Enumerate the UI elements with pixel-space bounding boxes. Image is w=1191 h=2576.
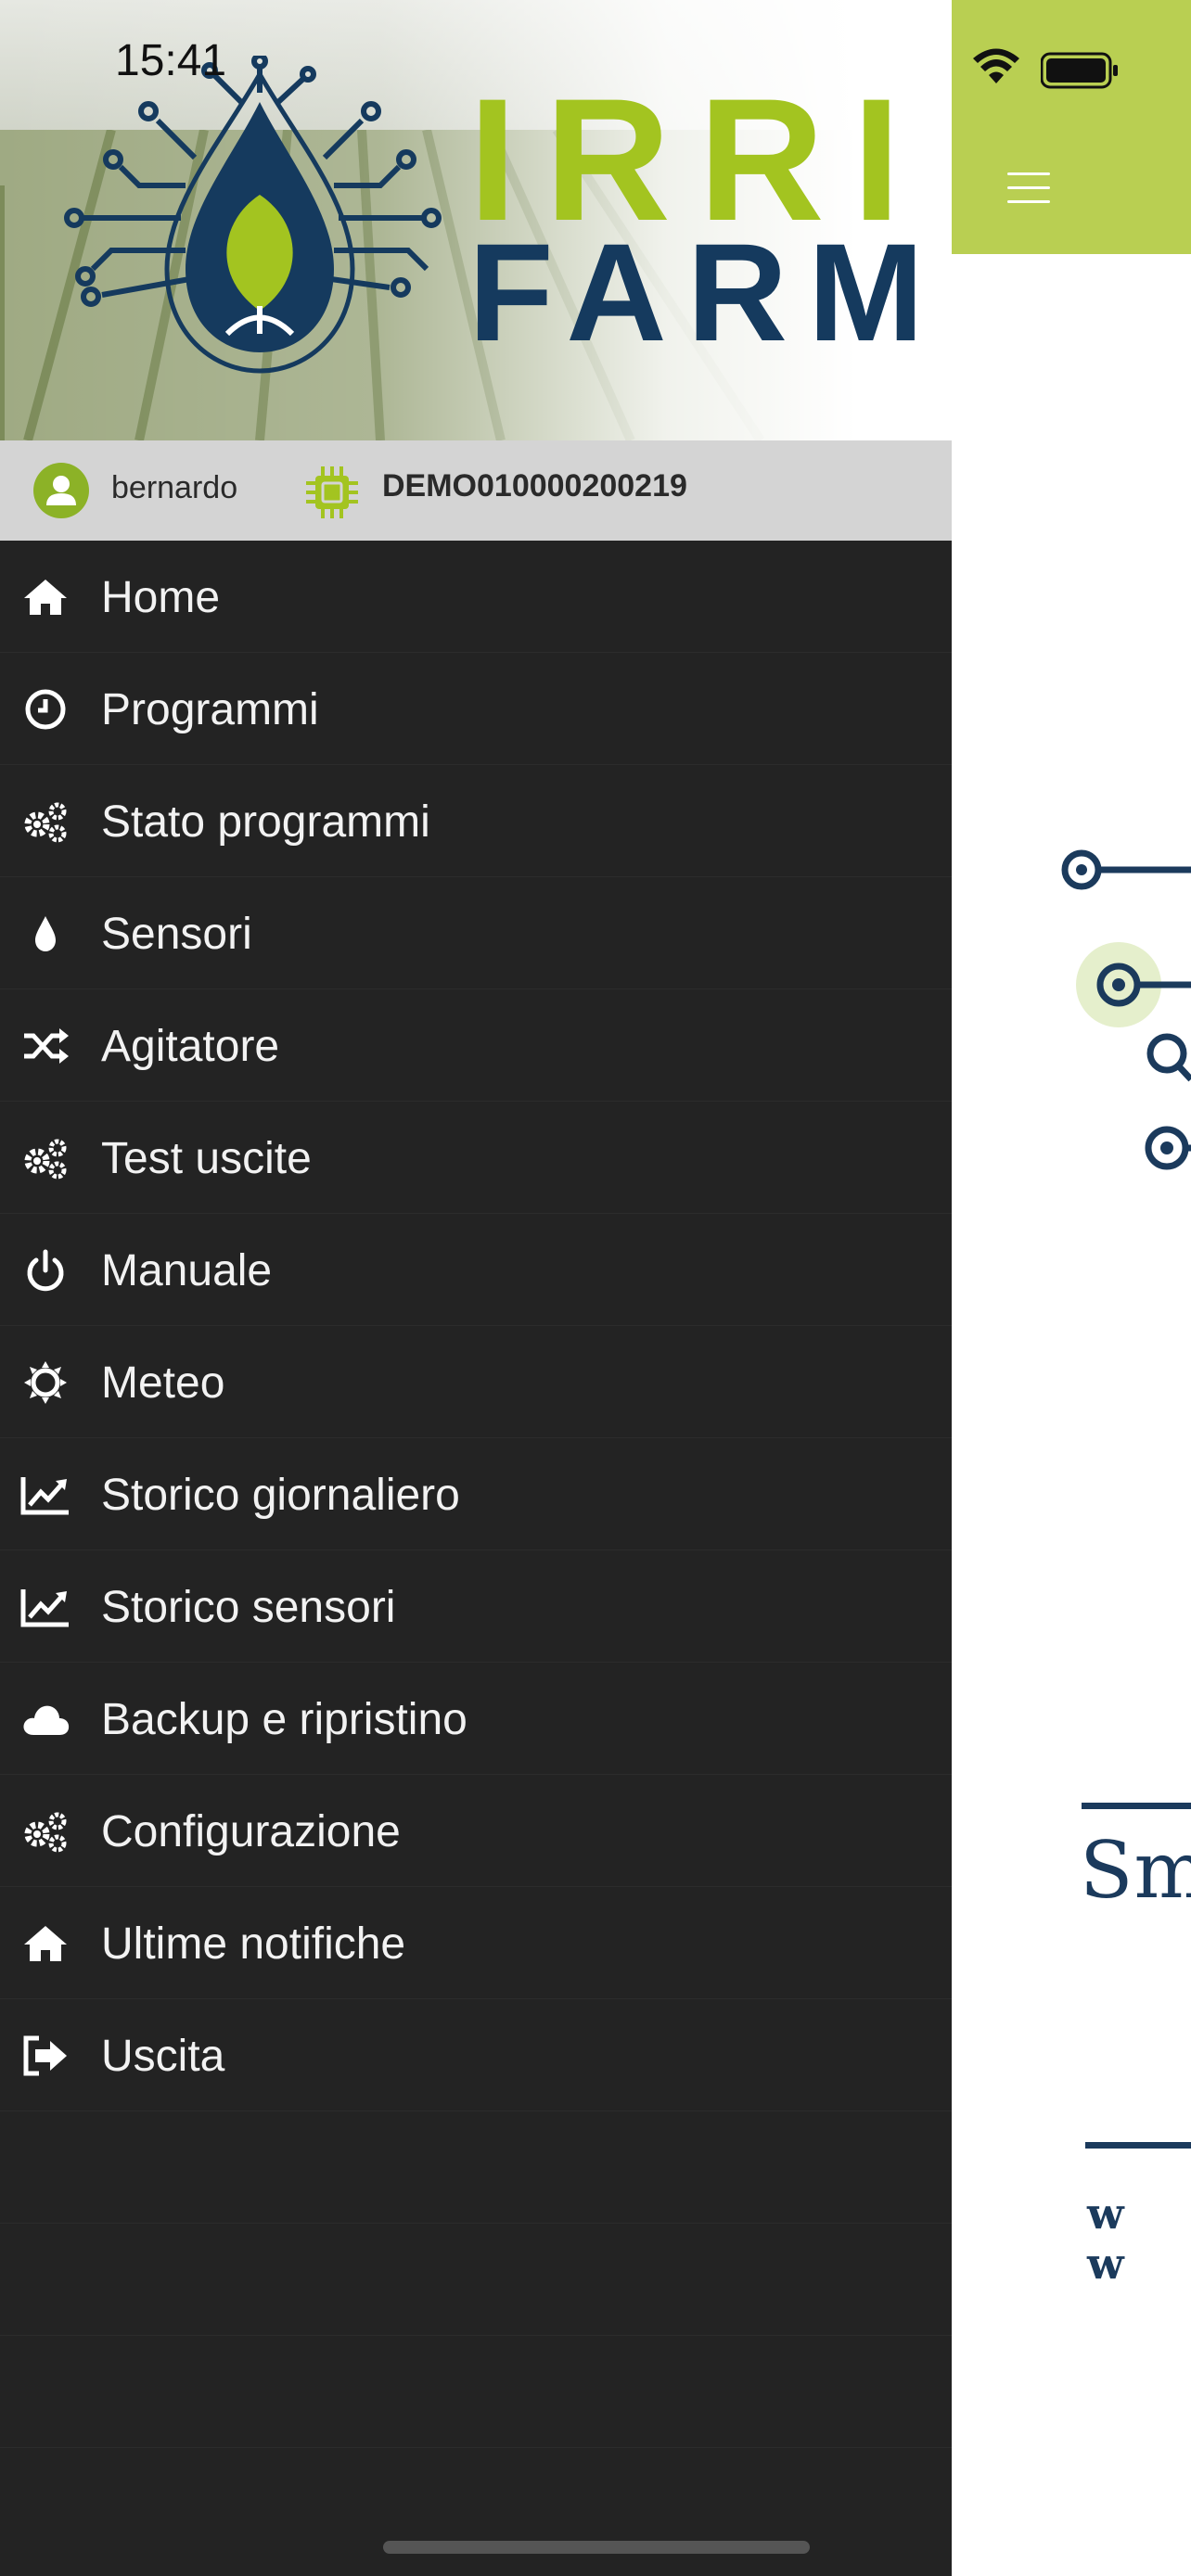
sign-out-icon bbox=[23, 2035, 67, 2076]
gears-icon bbox=[24, 1812, 67, 1853]
power-icon bbox=[27, 1249, 64, 1292]
divider bbox=[1085, 2142, 1191, 2149]
home-icon bbox=[24, 580, 67, 615]
menu-item-storico-sensori[interactable]: Storico sensori bbox=[0, 1550, 952, 1663]
menu-item-label: Meteo bbox=[101, 1358, 225, 1408]
menu-item-programmi[interactable]: Programmi bbox=[0, 653, 952, 765]
menu-item-agitatore[interactable]: Agitatore bbox=[0, 989, 952, 1102]
menu-item-label: Sensori bbox=[101, 910, 252, 959]
drawer-menu: Home Programmi Stato programmi Sensori A… bbox=[0, 541, 952, 2448]
background-logo-circuit bbox=[1061, 849, 1191, 1170]
home-icon bbox=[24, 1926, 67, 1961]
menu-item-label: Test uscite bbox=[101, 1134, 312, 1183]
user-info-bar: bernardo DEMO010000200219 bbox=[0, 440, 952, 541]
menu-item-label: Programmi bbox=[101, 685, 319, 734]
menu-item-home[interactable]: Home bbox=[0, 541, 952, 653]
home-indicator[interactable] bbox=[383, 2541, 810, 2554]
status-icons: ···· bbox=[952, 48, 1191, 89]
menu-spacer bbox=[0, 2224, 952, 2336]
menu-item-configurazione[interactable]: Configurazione bbox=[0, 1775, 952, 1887]
drawer-header-banner: IRRI FARM 15:41 bbox=[0, 0, 952, 440]
menu-item-sensori[interactable]: Sensori bbox=[0, 877, 952, 989]
menu-item-label: Ultime notifiche bbox=[101, 1919, 406, 1969]
menu-item-stato-programmi[interactable]: Stato programmi bbox=[0, 765, 952, 877]
menu-item-label: Storico sensori bbox=[101, 1583, 396, 1632]
cloud-icon bbox=[23, 1705, 70, 1735]
chip-icon bbox=[306, 466, 358, 518]
wifi-icon bbox=[973, 48, 1019, 83]
sun-icon bbox=[24, 1361, 67, 1404]
device-id-label: DEMO010000200219 bbox=[382, 468, 687, 504]
drop-icon bbox=[35, 916, 56, 951]
line-chart-icon bbox=[20, 1477, 69, 1515]
side-drawer: IRRI FARM 15:41 bernardo DEMO01000020021… bbox=[0, 0, 952, 2576]
user-avatar-icon bbox=[33, 463, 89, 518]
menu-item-meteo[interactable]: Meteo bbox=[0, 1326, 952, 1438]
menu-item-uscita[interactable]: Uscita bbox=[0, 1999, 952, 2111]
menu-item-label: Home bbox=[101, 573, 221, 622]
shuffle-icon bbox=[24, 1028, 69, 1064]
background-website: w w bbox=[1087, 2188, 1132, 2289]
status-time: 15:41 bbox=[115, 36, 227, 85]
menu-item-label: Configurazione bbox=[101, 1807, 401, 1856]
top-app-bar bbox=[952, 0, 1191, 254]
menu-item-storico-giornaliero[interactable]: Storico giornaliero bbox=[0, 1438, 952, 1550]
menu-item-manuale[interactable]: Manuale bbox=[0, 1214, 952, 1326]
menu-item-label: Stato programmi bbox=[101, 797, 430, 847]
irrifarm-drop-logo bbox=[64, 56, 442, 374]
background-tagline: Sm bbox=[1080, 1825, 1191, 1916]
menu-spacer bbox=[0, 2111, 952, 2224]
clock-icon bbox=[25, 689, 66, 730]
username-label: bernardo bbox=[111, 470, 238, 505]
menu-item-ultime-notifiche[interactable]: Ultime notifiche bbox=[0, 1887, 952, 1999]
divider bbox=[1082, 1803, 1191, 1809]
gears-icon bbox=[24, 802, 67, 843]
menu-item-label: Agitatore bbox=[101, 1022, 280, 1071]
menu-toggle-button[interactable] bbox=[1007, 172, 1050, 210]
menu-item-label: Storico giornaliero bbox=[101, 1471, 460, 1520]
menu-item-backup[interactable]: Backup e ripristino bbox=[0, 1663, 952, 1775]
menu-item-label: Manuale bbox=[101, 1246, 273, 1295]
brand-wordmark-farm: FARM bbox=[468, 214, 944, 370]
menu-item-test-uscite[interactable]: Test uscite bbox=[0, 1102, 952, 1214]
battery-icon bbox=[1041, 52, 1118, 89]
main-content: ···· Sm w w bbox=[952, 0, 1191, 2576]
menu-item-label: Backup e ripristino bbox=[101, 1695, 467, 1744]
menu-spacer bbox=[0, 2336, 952, 2448]
line-chart-icon bbox=[20, 1589, 69, 1627]
gears-icon bbox=[24, 1139, 67, 1180]
menu-item-label: Uscita bbox=[101, 2032, 225, 2081]
